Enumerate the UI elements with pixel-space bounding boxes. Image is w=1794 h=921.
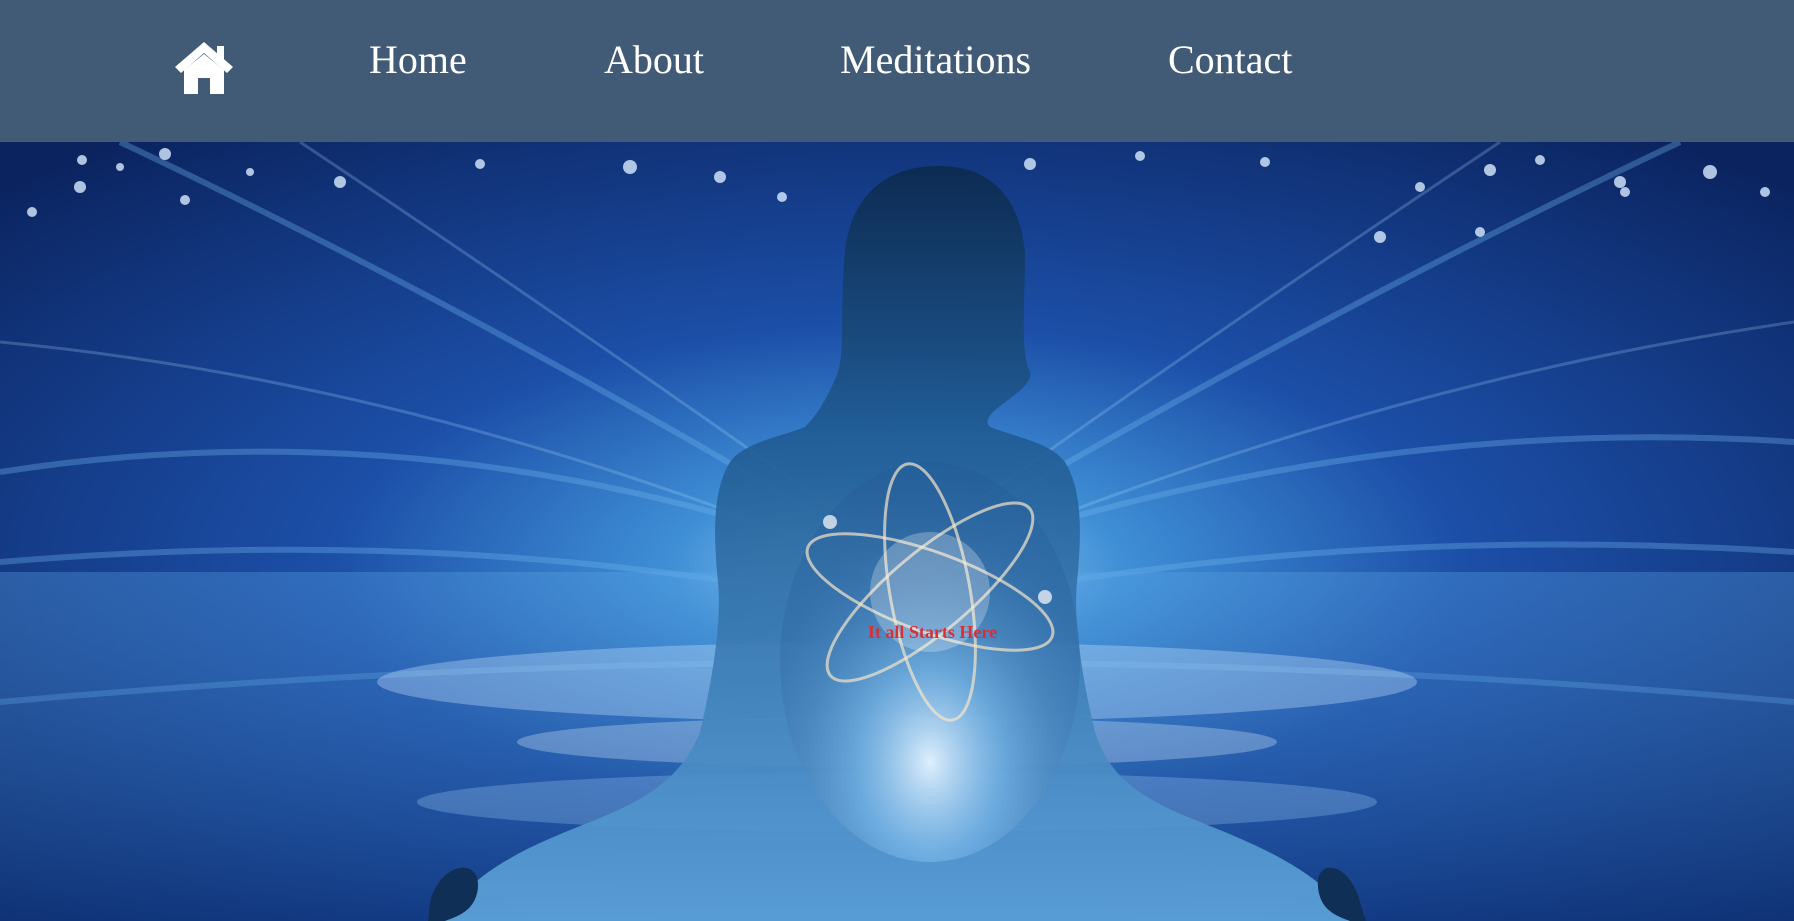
nav-link-meditations[interactable]: Meditations xyxy=(840,36,1031,84)
hero-tagline: It all Starts Here xyxy=(867,622,998,642)
nav-link-about[interactable]: About xyxy=(604,36,704,84)
home-icon[interactable] xyxy=(173,40,235,94)
hero-banner: It all Starts Here xyxy=(0,142,1794,921)
nav-link-contact[interactable]: Contact xyxy=(1168,36,1292,84)
top-navbar: Home About Meditations Contact xyxy=(0,0,1794,142)
nav-link-home[interactable]: Home xyxy=(369,36,467,84)
hero-background-image xyxy=(0,142,1794,921)
